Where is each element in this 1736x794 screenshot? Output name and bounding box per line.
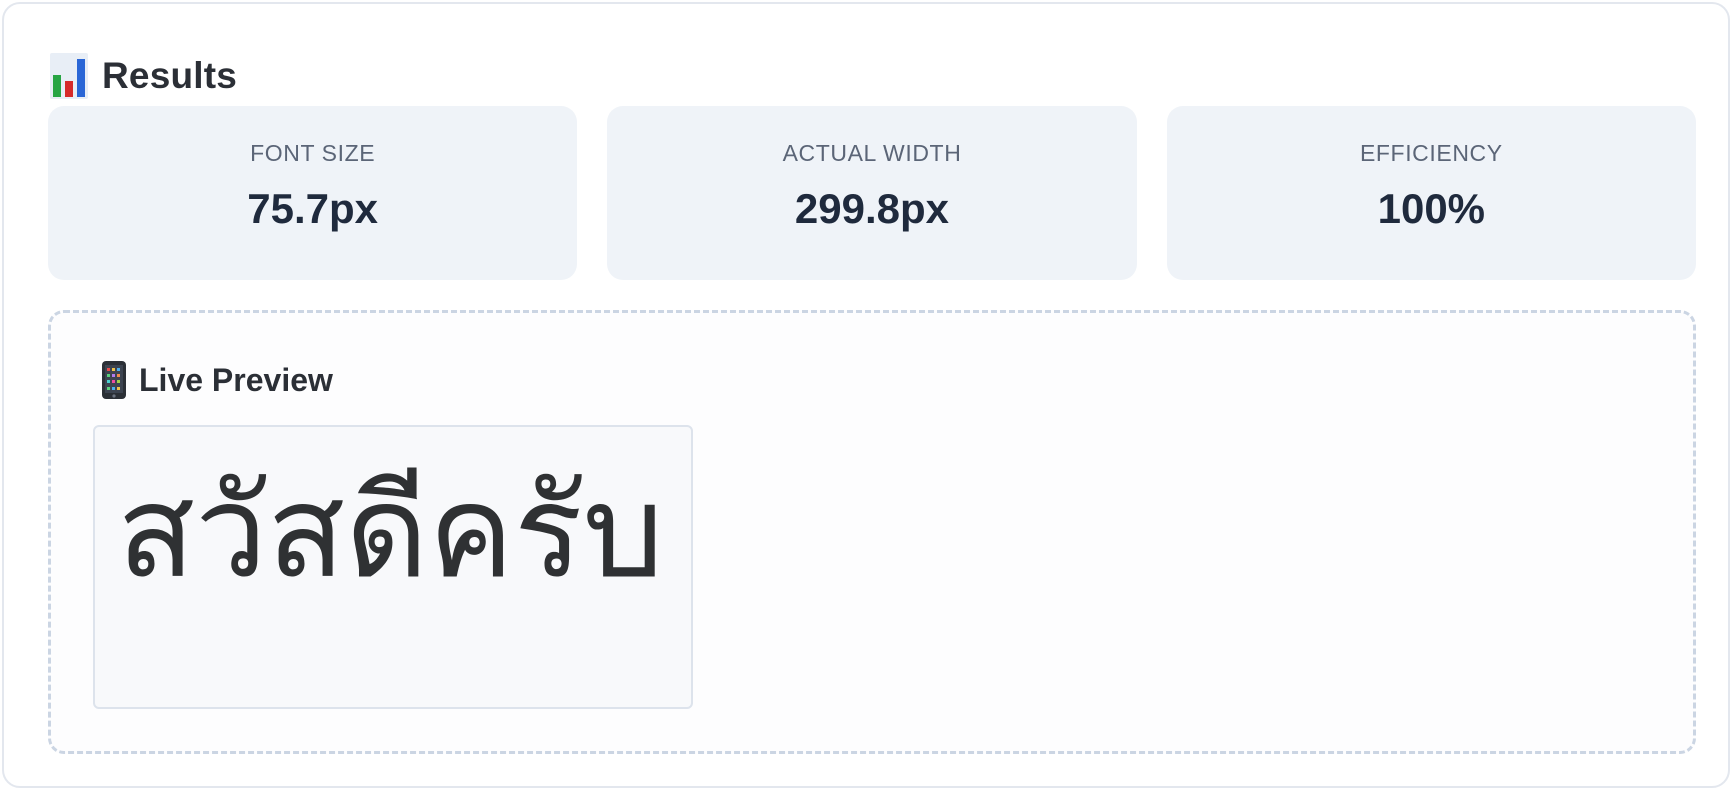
live-preview-panel: Live Preview สวัสดีครับ [48, 310, 1696, 754]
metric-label: ACTUAL WIDTH [782, 140, 962, 166]
metric-label: EFFICIENCY [1359, 140, 1503, 166]
metric-efficiency: EFFICIENCY 100% [1166, 106, 1696, 280]
metric-value: 75.7px [247, 185, 379, 232]
metric-value: 299.8px [794, 185, 950, 232]
preview-text-box: สวัสดีครับ [93, 425, 693, 709]
bar-chart-icon [50, 53, 88, 99]
metric-label: FONT SIZE [250, 140, 376, 166]
metric-font-size: FONT SIZE 75.7px [48, 106, 578, 280]
metrics-row: FONT SIZE 75.7px ACTUAL WIDTH 299.8px EF… [48, 106, 1696, 280]
results-card: Results FONT SIZE 75.7px ACTUAL WIDTH 29… [2, 2, 1730, 788]
metric-value: 100% [1377, 185, 1486, 232]
preview-title: Live Preview [139, 361, 333, 398]
metric-actual-width: ACTUAL WIDTH 299.8px [607, 106, 1137, 280]
mobile-phone-icon [101, 360, 127, 400]
results-title: Results [102, 55, 238, 96]
preview-sample-text: สวัสดีครับ [117, 458, 664, 607]
results-header: Results [50, 50, 237, 102]
preview-header: Live Preview [101, 359, 333, 401]
